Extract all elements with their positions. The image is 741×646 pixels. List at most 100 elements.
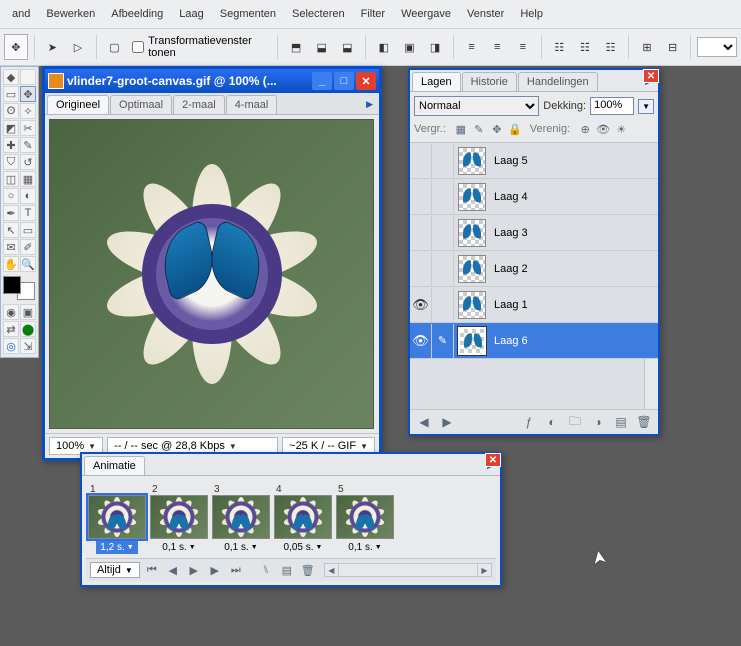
- layer-name[interactable]: Laag 4: [490, 191, 528, 203]
- align-hcenter-icon[interactable]: ▣: [398, 34, 422, 60]
- maximize-button[interactable]: □: [334, 72, 354, 90]
- layer-name[interactable]: Laag 1: [490, 299, 528, 311]
- link-toggle-icon[interactable]: ✎: [432, 324, 454, 358]
- menu-item[interactable]: Afbeelding: [103, 2, 171, 26]
- tab-optimaal[interactable]: Optimaal: [110, 95, 172, 114]
- align-vcenter-icon[interactable]: ⬓: [310, 34, 334, 60]
- animation-frame[interactable]: 50,1 s. ▼: [336, 484, 394, 554]
- link-toggle-icon[interactable]: [432, 144, 454, 178]
- frame-thumbnail[interactable]: [88, 495, 146, 539]
- tab-menu-icon[interactable]: ▶: [278, 95, 377, 114]
- menu-item[interactable]: Selecteren: [284, 2, 353, 26]
- extra-tool-icon[interactable]: ◎: [3, 338, 19, 354]
- frame-thumbnail[interactable]: [150, 495, 208, 539]
- panel-close-button[interactable]: ✕: [485, 453, 501, 467]
- stamp-tool-icon[interactable]: ⛉: [3, 154, 19, 170]
- layer-name[interactable]: Laag 5: [490, 155, 528, 167]
- menu-item[interactable]: Weergave: [393, 2, 459, 26]
- path-tool-icon[interactable]: ↖: [3, 222, 19, 238]
- distribute-vcenter-icon[interactable]: ≡: [485, 34, 509, 60]
- notes-tool-icon[interactable]: ✉: [3, 239, 19, 255]
- frame-duration[interactable]: 1,2 s. ▼: [96, 541, 137, 554]
- tween-icon[interactable]: ⑊: [257, 562, 275, 578]
- lock-position-icon[interactable]: ✥: [490, 122, 504, 136]
- hand-tool-icon[interactable]: ✋: [3, 256, 19, 272]
- panel-close-button[interactable]: ✕: [643, 69, 659, 83]
- eraser-tool-icon[interactable]: ◫: [3, 171, 19, 187]
- new-frame-icon[interactable]: ▤: [278, 562, 296, 578]
- layer-adjust-icon[interactable]: ◑: [588, 413, 608, 431]
- tab-lagen[interactable]: Lagen: [412, 72, 461, 91]
- layer-thumbnail[interactable]: [458, 291, 486, 319]
- transform-checkbox[interactable]: Transformatievenster tonen: [128, 35, 271, 59]
- layer-name[interactable]: Laag 2: [490, 263, 528, 275]
- move-tool-icon[interactable]: ✥: [20, 86, 36, 102]
- link-toggle-icon[interactable]: [432, 216, 454, 250]
- layer-folder-icon[interactable]: 🗀: [565, 413, 585, 431]
- dropdown-icon[interactable]: ▼: [360, 442, 368, 451]
- unify-position-icon[interactable]: ⊕: [578, 122, 592, 136]
- ps-logo-icon[interactable]: ◆: [3, 69, 19, 85]
- panel-menu-icon[interactable]: ▶: [146, 456, 498, 475]
- extra-tool-icon[interactable]: ⇲: [20, 338, 36, 354]
- type-tool-icon[interactable]: T: [20, 205, 36, 221]
- blur-tool-icon[interactable]: ○: [3, 188, 19, 204]
- menu-item[interactable]: Bewerken: [38, 2, 103, 26]
- animation-frame[interactable]: 30,1 s. ▼: [212, 484, 270, 554]
- scroll-right-icon[interactable]: ▶: [477, 564, 491, 576]
- layer-row[interactable]: Laag 2: [410, 251, 658, 287]
- eyedropper-tool-icon[interactable]: ✐: [20, 239, 36, 255]
- frame-thumbnail[interactable]: [336, 495, 394, 539]
- frame-duration[interactable]: 0,1 s. ▼: [344, 541, 385, 554]
- opacity-field[interactable]: 100%: [590, 97, 634, 115]
- frame-duration[interactable]: 0,1 s. ▼: [158, 541, 199, 554]
- tab-4maal[interactable]: 4-maal: [226, 95, 278, 114]
- unify-visibility-icon[interactable]: 👁: [596, 122, 610, 136]
- lock-transparency-icon[interactable]: ▦: [454, 122, 468, 136]
- distribute-hcenter-icon[interactable]: ☷: [573, 34, 597, 60]
- layer-mask-icon[interactable]: ◐: [542, 413, 562, 431]
- tab-historie[interactable]: Historie: [462, 72, 517, 91]
- marquee-tool-icon[interactable]: ▭: [3, 86, 19, 102]
- distribute-right-icon[interactable]: ☷: [599, 34, 623, 60]
- menu-item[interactable]: Filter: [353, 2, 393, 26]
- visibility-toggle-icon[interactable]: [410, 216, 432, 250]
- link-toggle-icon[interactable]: [432, 252, 454, 286]
- distribute-bottom-icon[interactable]: ≡: [511, 34, 535, 60]
- zoom-tool-icon[interactable]: 🔍: [20, 256, 36, 272]
- align-bottom-icon[interactable]: ⬓: [336, 34, 360, 60]
- blend-mode-select[interactable]: Normaal: [414, 96, 539, 116]
- link-toggle-icon[interactable]: [432, 288, 454, 322]
- delete-frame-icon[interactable]: 🗑: [299, 562, 317, 578]
- play-icon[interactable]: ▶: [185, 562, 203, 578]
- animation-frame[interactable]: 40,05 s. ▼: [274, 484, 332, 554]
- color-swatch[interactable]: [3, 276, 35, 300]
- frame-thumbnail[interactable]: [212, 495, 270, 539]
- wand-tool-icon[interactable]: ✧: [20, 103, 36, 119]
- visibility-toggle-icon[interactable]: [410, 144, 432, 178]
- distribute-left-icon[interactable]: ☷: [547, 34, 571, 60]
- arrow-black-icon[interactable]: ➤: [41, 34, 65, 60]
- menu-item[interactable]: and: [4, 2, 38, 26]
- bridge-icon[interactable]: ⬤: [20, 321, 36, 337]
- menu-item[interactable]: Venster: [459, 2, 512, 26]
- move-tool-icon[interactable]: ✥: [4, 34, 28, 60]
- visibility-toggle-icon[interactable]: 👁: [410, 288, 432, 322]
- layer-row[interactable]: 👁 Laag 1: [410, 287, 658, 323]
- lock-all-icon[interactable]: 🔒: [508, 122, 522, 136]
- layer-row[interactable]: 👁✎Laag 6: [410, 323, 658, 359]
- layer-delete-icon[interactable]: 🗑: [634, 413, 654, 431]
- layer-fx-icon[interactable]: ƒ: [519, 413, 539, 431]
- transform-checkbox-input[interactable]: [132, 41, 144, 53]
- visibility-toggle-icon[interactable]: 👁: [410, 324, 432, 358]
- layer-new-icon[interactable]: ▤: [611, 413, 631, 431]
- menu-item[interactable]: Segmenten: [212, 2, 284, 26]
- frame-next-icon[interactable]: ▶: [437, 413, 457, 431]
- tab-handelingen[interactable]: Handelingen: [518, 72, 598, 91]
- lasso-tool-icon[interactable]: ʘ: [3, 103, 19, 119]
- minimize-button[interactable]: _: [312, 72, 332, 90]
- history-brush-icon[interactable]: ↺: [20, 154, 36, 170]
- link-toggle-icon[interactable]: [432, 180, 454, 214]
- auto-align-icon[interactable]: ⊞: [635, 34, 659, 60]
- layer-row[interactable]: Laag 4: [410, 179, 658, 215]
